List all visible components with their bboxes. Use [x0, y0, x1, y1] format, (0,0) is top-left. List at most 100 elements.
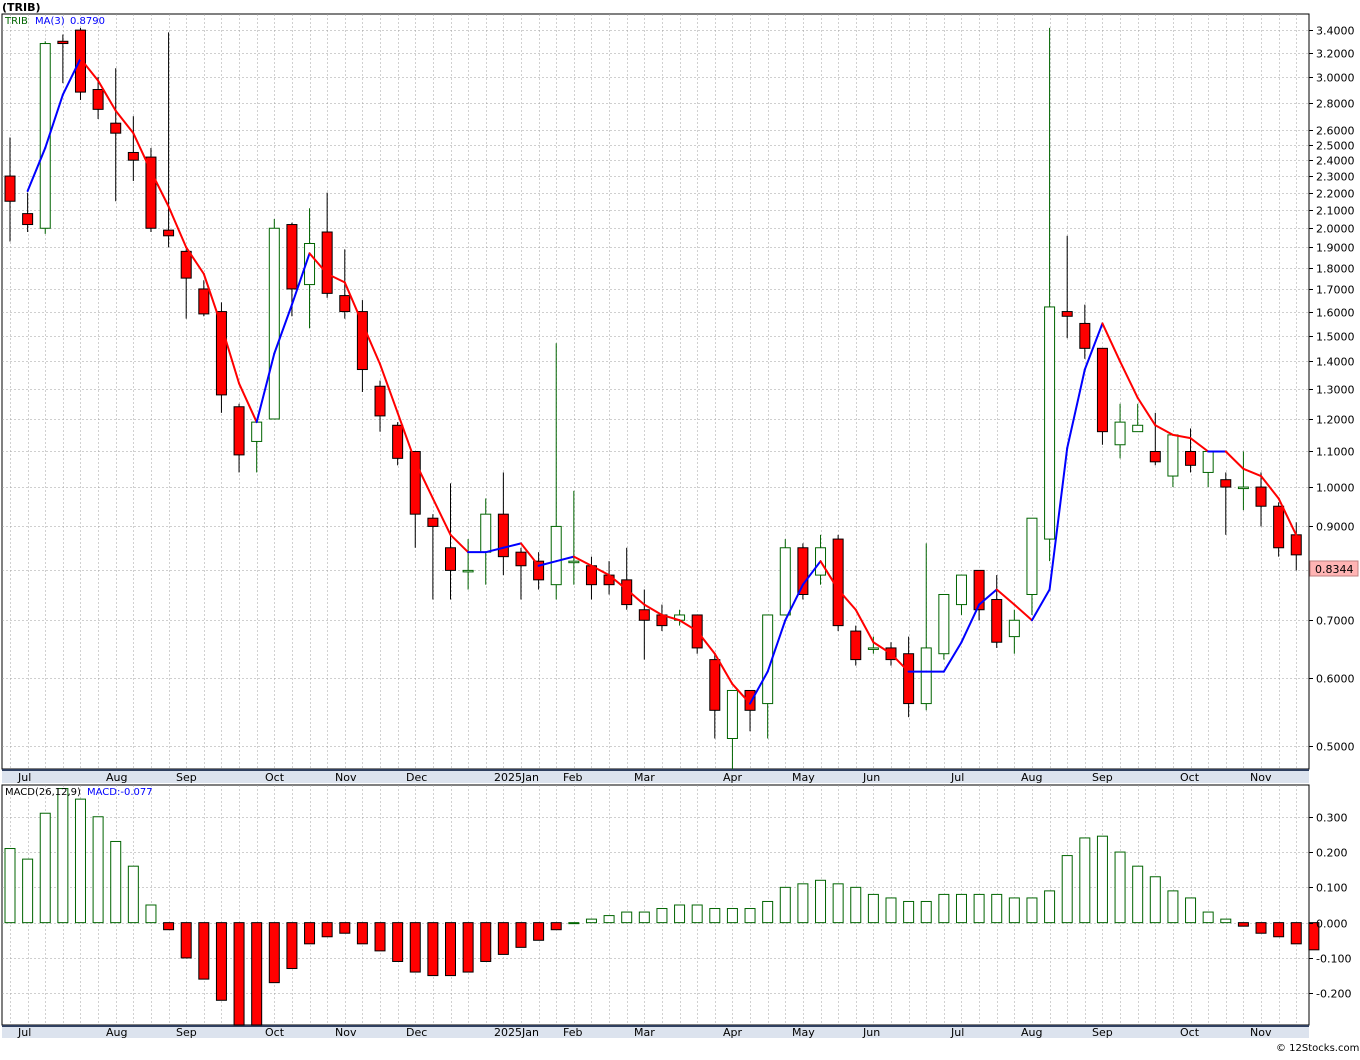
macd-bar: [797, 883, 809, 924]
macd-bar: [251, 922, 263, 1026]
candle-body: [1290, 534, 1302, 556]
macd-bar: [1202, 911, 1214, 924]
macd-bar: [268, 922, 280, 984]
price-tick-label: 2.4000: [1316, 155, 1355, 168]
month-label: Sep: [176, 1026, 197, 1039]
macd-bar: [1167, 890, 1179, 924]
candle-body: [286, 224, 298, 290]
macd-bar: [568, 922, 580, 925]
candle-body: [850, 630, 862, 661]
macd-bar: [938, 893, 950, 924]
macd-bar: [462, 922, 474, 973]
macd-bar: [1008, 897, 1020, 924]
macd-bar: [409, 922, 421, 973]
legend-symbol: TRIB: [4, 16, 28, 27]
macd-bar: [374, 922, 386, 952]
candle-body: [127, 151, 139, 161]
price-tick-label: 0.9000: [1316, 521, 1355, 534]
month-label: Jun: [862, 771, 880, 784]
month-label: Oct: [265, 1026, 285, 1039]
candle-body: [321, 231, 333, 294]
month-label: Sep: [1092, 771, 1113, 784]
price-tick-label: 1.1000: [1316, 446, 1355, 459]
macd-bar: [356, 922, 368, 945]
candle-body: [920, 647, 932, 705]
macd-bar: [850, 886, 862, 924]
candle: [850, 625, 862, 666]
month-label: May: [792, 1026, 815, 1039]
month-label: Nov: [335, 1026, 357, 1039]
candle-body: [1132, 424, 1144, 433]
candle-body: [638, 609, 650, 621]
price-tick-label: 1.5000: [1316, 331, 1355, 344]
macd-bar: [762, 900, 774, 924]
macd-bar: [991, 893, 1003, 924]
candle-body: [198, 288, 210, 315]
macd-bar: [973, 893, 985, 924]
macd-bar: [867, 893, 879, 924]
candle: [779, 539, 791, 616]
legend-ma-label: MA(3): [35, 16, 65, 27]
month-label: Aug: [106, 1026, 127, 1039]
month-label: Dec: [406, 1026, 427, 1039]
candle-body: [268, 227, 280, 420]
macd-bar: [1149, 876, 1161, 924]
candle-body: [991, 599, 1003, 643]
candle-body: [1255, 486, 1267, 507]
candle-body: [1149, 450, 1161, 463]
price-tick-label: 1.6000: [1316, 307, 1355, 320]
macd-bar: [1026, 897, 1038, 924]
month-label: Aug: [106, 771, 127, 784]
macd-bar: [1132, 865, 1144, 924]
candle-body: [903, 653, 915, 705]
candle-body: [1114, 421, 1126, 446]
month-label: Feb: [563, 771, 582, 784]
legend-macd-value: MACD:-0.077: [87, 787, 153, 798]
candle-body: [163, 229, 175, 237]
chart-title: (TRIB): [2, 1, 41, 14]
macd-bar: [392, 922, 404, 962]
price-tick-label: 1.3000: [1316, 384, 1355, 397]
month-label: Oct: [265, 771, 285, 784]
price-tick-label: 1.0000: [1316, 482, 1355, 495]
macd-tick-label: 0.100: [1316, 882, 1348, 895]
candle-body: [603, 574, 615, 586]
macd-bar: [233, 922, 245, 1026]
candle-body: [110, 122, 122, 134]
month-label: Aug: [1021, 771, 1042, 784]
macd-bar: [1114, 851, 1126, 924]
macd-bar: [920, 900, 932, 924]
macd-bar: [1096, 835, 1108, 924]
macd-bar: [1044, 890, 1056, 924]
price-tick-label: 2.5000: [1316, 140, 1355, 153]
macd-bar: [4, 848, 16, 924]
macd-bar: [427, 922, 439, 977]
credit-text: © 12Stocks.com: [1276, 1043, 1359, 1054]
macd-bar: [621, 911, 633, 924]
candle-body: [938, 593, 950, 655]
macd-bar: [339, 922, 351, 934]
price-tick-label: 0.7000: [1316, 615, 1355, 628]
macd-bar: [533, 922, 545, 941]
price-tick-label: 1.9000: [1316, 242, 1355, 255]
month-label: Dec: [406, 771, 427, 784]
stock-chart: Jul Aug Sep Oct Nov Dec 2025Jan Feb Mar Apr May Jun…: [0, 0, 1360, 1056]
macd-bar: [198, 922, 210, 980]
macd-bar: [1273, 922, 1285, 938]
candle-body: [709, 659, 721, 711]
macd-bar: [955, 893, 967, 924]
month-label: Apr: [723, 1026, 743, 1039]
chart-canvas: Jul Aug Sep Oct Nov Dec 2025Jan Feb Mar Apr May Jun…: [0, 0, 1360, 1056]
macd-bar: [815, 879, 827, 924]
candle-body: [1044, 306, 1056, 540]
macd-bar: [480, 922, 492, 962]
macd-bar: [585, 918, 597, 924]
candle-body: [233, 406, 245, 456]
macd-bar: [215, 922, 227, 1001]
candle: [1096, 347, 1108, 445]
macd-bar: [903, 900, 915, 924]
macd-bar: [180, 922, 192, 959]
macd-bar: [286, 922, 298, 970]
candle-body: [1202, 450, 1214, 473]
price-tick-label: 1.7000: [1316, 284, 1355, 297]
